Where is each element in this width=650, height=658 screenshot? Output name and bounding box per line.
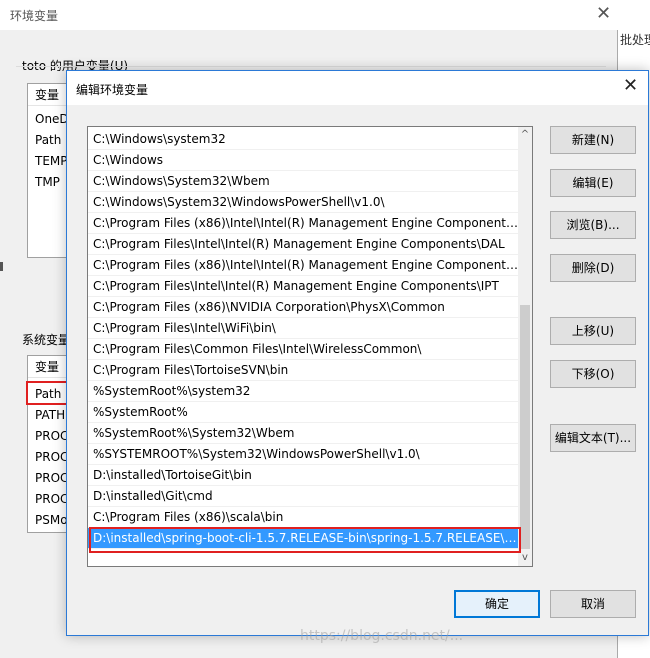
move-down-button[interactable]: 下移(O) <box>550 360 636 388</box>
system-list-row[interactable]: PROC <box>35 429 68 443</box>
edit-button[interactable]: 编辑(E) <box>550 169 636 197</box>
system-list-row[interactable]: PROC <box>35 492 68 506</box>
path-list-scrollbar[interactable]: ^ v <box>518 127 532 566</box>
user-list-row[interactable]: TEMP <box>35 154 68 168</box>
user-list-row[interactable]: TMP <box>35 175 60 189</box>
system-list-row[interactable]: PROC <box>35 471 68 485</box>
back-window-close-icon[interactable]: ✕ <box>596 4 611 24</box>
back-window-title: 环境变量 <box>10 9 59 23</box>
watermark: https://blog.csdn.net/... <box>300 628 464 644</box>
path-entry[interactable]: %SYSTEMROOT%\System32\WindowsPowerShell\… <box>88 444 518 465</box>
ok-button[interactable]: 确定 <box>454 590 540 618</box>
path-entry[interactable]: C:\Program Files\Intel\WiFi\bin\ <box>88 318 518 339</box>
browse-button[interactable]: 浏览(B)... <box>550 211 636 239</box>
dialog-close-icon[interactable]: ✕ <box>623 76 638 96</box>
cancel-button[interactable]: 取消 <box>550 590 636 618</box>
edge-marker <box>0 262 3 271</box>
path-entry[interactable]: C:\Windows\System32\Wbem <box>88 171 518 192</box>
group-divider <box>16 66 606 67</box>
dialog-title: 编辑环境变量 <box>76 83 149 97</box>
scroll-thumb[interactable] <box>520 305 530 549</box>
path-entry[interactable]: C:\Program Files\Common Files\Intel\Wire… <box>88 339 518 360</box>
path-entry[interactable]: C:\Program Files\TortoiseSVN\bin <box>88 360 518 381</box>
path-entry[interactable]: %SystemRoot% <box>88 402 518 423</box>
scroll-down-arrow-icon[interactable]: v <box>518 550 532 566</box>
path-entry[interactable]: C:\Program Files (x86)\NVIDIA Corporatio… <box>88 297 518 318</box>
path-entry[interactable]: C:\Windows\System32\WindowsPowerShell\v1… <box>88 192 518 213</box>
path-entry[interactable]: C:\Program Files (x86)\scala\bin <box>88 507 518 528</box>
system-variables-group-label: 系统变量 <box>22 333 71 347</box>
system-list-row[interactable]: PROC <box>35 450 68 464</box>
path-entries-list[interactable]: C:\Windows\system32 C:\Windows C:\Windows\… <box>87 126 533 567</box>
dialog-titlebar: 编辑环境变量 ✕ <box>67 71 648 105</box>
path-entry[interactable]: D:\installed\Git\cmd <box>88 486 518 507</box>
path-entry[interactable]: C:\Program Files (x86)\Intel\Intel(R) Ma… <box>88 255 518 276</box>
path-entry[interactable]: C:\Program Files (x86)\Intel\Intel(R) Ma… <box>88 213 518 234</box>
system-list-row[interactable]: PSMo <box>35 513 68 527</box>
path-entry[interactable]: C:\Program Files\Intel\Intel(R) Manageme… <box>88 276 518 297</box>
path-entry[interactable]: %SystemRoot%\System32\Wbem <box>88 423 518 444</box>
path-entry[interactable]: C:\Windows <box>88 150 518 171</box>
new-button[interactable]: 新建(N) <box>550 126 636 154</box>
path-entry-selected[interactable]: D:\installed\spring-boot-cli-1.5.7.RELEA… <box>88 528 518 549</box>
system-list-row[interactable]: PATH <box>35 408 65 422</box>
path-entry[interactable]: C:\Program Files\Intel\Intel(R) Manageme… <box>88 234 518 255</box>
back-window-titlebar: 环境变量 ✕ <box>0 0 618 30</box>
edit-text-button[interactable]: 编辑文本(T)... <box>550 424 636 452</box>
path-highlight-box <box>26 381 68 405</box>
background-window-text: 批处理 <box>618 31 650 51</box>
path-entry[interactable]: %SystemRoot%\system32 <box>88 381 518 402</box>
path-entry[interactable]: C:\Windows\system32 <box>88 129 518 150</box>
edit-environment-variable-dialog: 编辑环境变量 ✕ C:\Windows\system32 C:\Windows C:… <box>66 70 649 636</box>
scroll-up-arrow-icon[interactable]: ^ <box>518 127 532 143</box>
user-list-row[interactable]: Path <box>35 133 61 147</box>
user-list-row[interactable]: OneD <box>35 112 69 126</box>
path-entry[interactable]: D:\installed\TortoiseGit\bin <box>88 465 518 486</box>
move-up-button[interactable]: 上移(U) <box>550 317 636 345</box>
delete-button[interactable]: 删除(D) <box>550 254 636 282</box>
